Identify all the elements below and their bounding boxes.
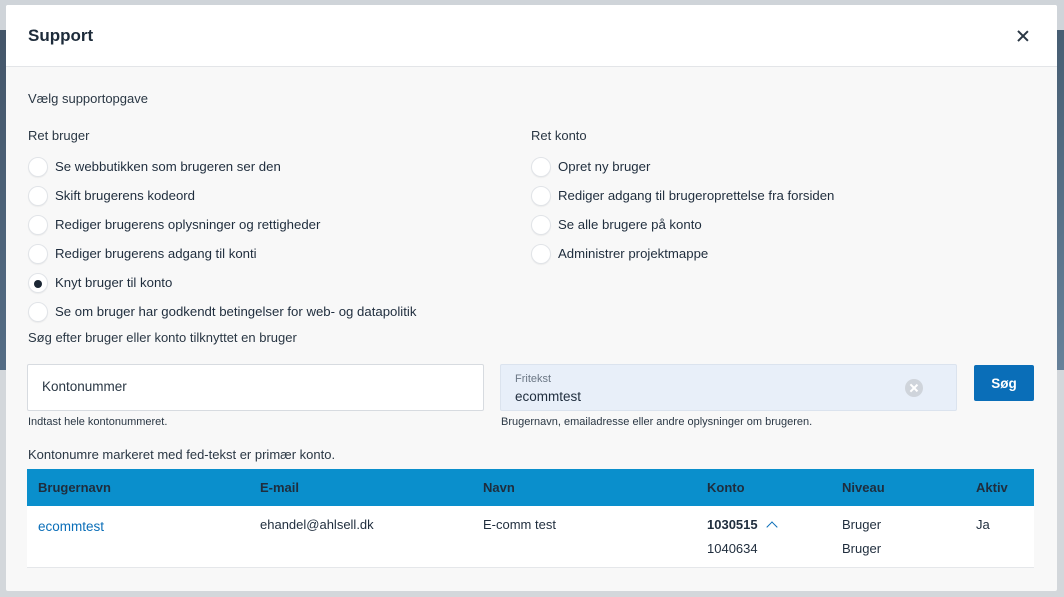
header-username[interactable]: Brugernavn	[38, 480, 111, 495]
header-level[interactable]: Niveau	[842, 480, 885, 495]
results-table: Brugernavn E-mail Navn Konto Niveau Akti…	[27, 469, 1034, 568]
secondary-account: 1040634	[707, 541, 758, 556]
radio-button[interactable]	[28, 214, 48, 235]
username-link[interactable]: ecommtest	[38, 519, 104, 534]
option-label: Se om bruger har godkendt betingelser fo…	[55, 304, 417, 319]
clear-icon[interactable]	[905, 379, 923, 397]
radio-button[interactable]	[28, 156, 48, 177]
left-option-group: Ret bruger Se webbutikken som brugeren s…	[28, 128, 416, 326]
option-link-user-account[interactable]: Knyt bruger til konto	[28, 268, 416, 297]
radio-button[interactable]	[28, 243, 48, 264]
radio-button[interactable]	[531, 214, 551, 235]
level-cell: Bruger	[842, 517, 882, 532]
option-create-user[interactable]: Opret ny bruger	[531, 152, 834, 181]
level-cell-2: Bruger	[842, 541, 882, 556]
radio-button[interactable]	[531, 243, 551, 264]
search-label: Søg efter bruger eller konto tilknyttet …	[28, 330, 297, 345]
option-edit-signup-access[interactable]: Rediger adgang til brugeroprettelse fra …	[531, 181, 834, 210]
table-header: Brugernavn E-mail Navn Konto Niveau Akti…	[27, 469, 1034, 506]
account-cell: 1030515	[707, 517, 778, 533]
table-row: ecommtest ehandel@ahlsell.dk E-comm test…	[27, 506, 1034, 568]
active-cell: Ja	[976, 517, 990, 532]
right-group-heading: Ret konto	[531, 128, 587, 143]
header-email[interactable]: E-mail	[260, 480, 299, 495]
modal-header: Support	[6, 5, 1057, 67]
section-label: Vælg supportopgave	[28, 91, 148, 106]
option-label: Opret ny bruger	[558, 159, 651, 174]
radio-button[interactable]	[28, 301, 48, 322]
option-label: Rediger brugerens adgang til konti	[55, 246, 257, 261]
radio-button[interactable]	[531, 185, 551, 206]
primary-account-note: Kontonumre markeret med fed-tekst er pri…	[28, 447, 336, 462]
option-label: Rediger adgang til brugeroprettelse fra …	[558, 188, 835, 203]
header-active[interactable]: Aktiv	[976, 480, 1008, 495]
freetext-floating-label: Fritekst	[515, 373, 552, 385]
freetext-value: ecommtest	[515, 389, 582, 404]
email-cell: ehandel@ahlsell.dk	[260, 517, 374, 532]
option-edit-account-access[interactable]: Rediger brugerens adgang til konti	[28, 239, 416, 268]
option-change-password[interactable]: Skift brugerens kodeord	[28, 181, 416, 210]
search-button[interactable]: Søg	[974, 365, 1034, 401]
radio-button[interactable]	[531, 156, 551, 177]
header-name[interactable]: Navn	[483, 480, 515, 495]
option-view-all-users[interactable]: Se alle brugere på konto	[531, 210, 834, 239]
name-cell: E-comm test	[483, 517, 556, 532]
option-view-webshop[interactable]: Se webbutikken som brugeren ser den	[28, 152, 416, 181]
account-number-placeholder: Kontonummer	[42, 379, 127, 394]
account-number-input[interactable]: Kontonummer	[27, 364, 484, 411]
primary-account: 1030515	[707, 517, 758, 532]
header-account[interactable]: Konto	[707, 480, 745, 495]
radio-button-checked[interactable]	[28, 272, 48, 293]
account-number-helper: Indtast hele kontonummeret.	[28, 416, 168, 428]
right-option-group: Ret konto Opret ny bruger Rediger adgang…	[531, 128, 834, 268]
option-label: Se alle brugere på konto	[558, 217, 702, 232]
left-group-heading: Ret bruger	[28, 128, 90, 143]
option-manage-project-folder[interactable]: Administrer projektmappe	[531, 239, 834, 268]
chevron-up-icon[interactable]	[765, 521, 778, 533]
option-label: Knyt bruger til konto	[55, 275, 173, 290]
modal-title: Support	[28, 25, 94, 45]
option-edit-user-info[interactable]: Rediger brugerens oplysninger og rettigh…	[28, 210, 416, 239]
freetext-helper: Brugernavn, emailadresse eller andre opl…	[501, 416, 813, 428]
radio-button[interactable]	[28, 185, 48, 206]
freetext-input[interactable]: Fritekst ecommtest	[500, 364, 957, 411]
option-label: Se webbutikken som brugeren ser den	[55, 159, 281, 174]
support-modal: Support Vælg supportopgave Ret bruger Se…	[6, 5, 1057, 591]
option-label: Rediger brugerens oplysninger og rettigh…	[55, 217, 321, 232]
option-check-terms[interactable]: Se om bruger har godkendt betingelser fo…	[28, 297, 416, 326]
option-label: Skift brugerens kodeord	[55, 188, 196, 203]
close-icon[interactable]	[1013, 26, 1033, 46]
option-label: Administrer projektmappe	[558, 246, 709, 261]
